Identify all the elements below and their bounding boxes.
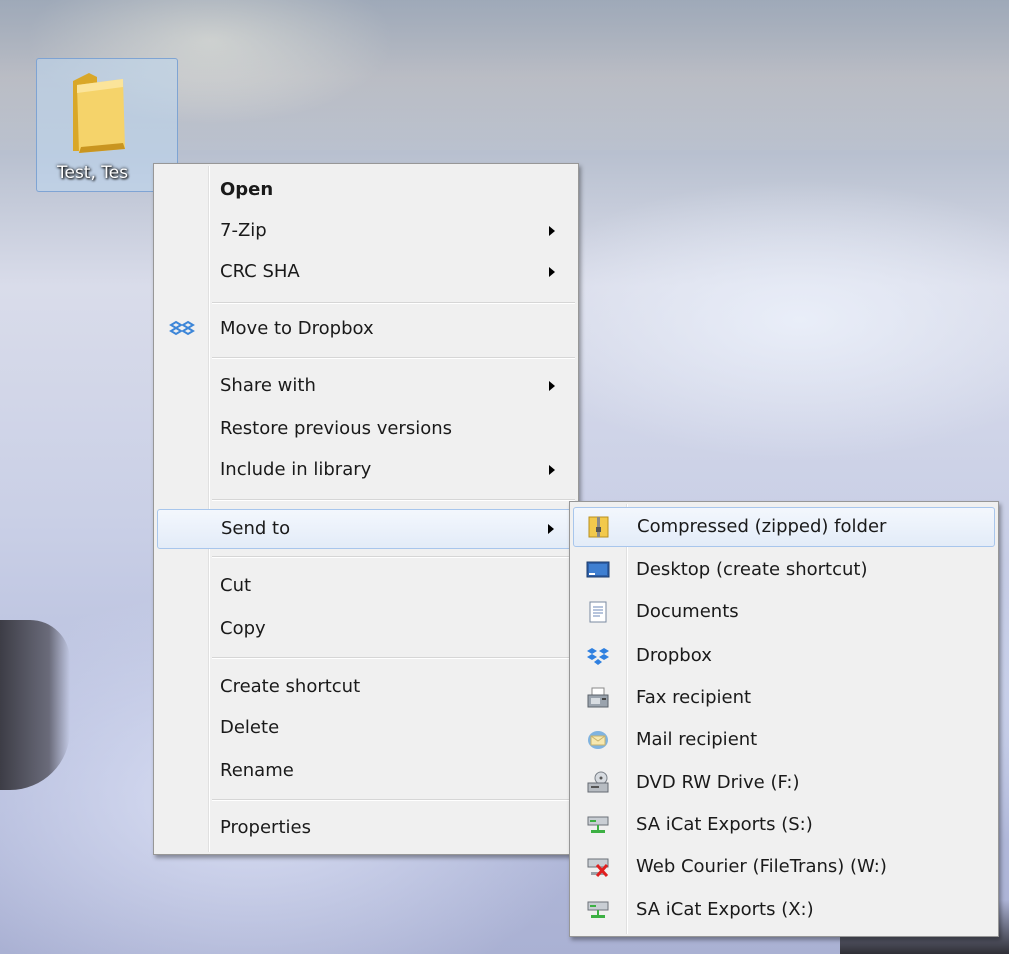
sendto-item-fax[interactable]: Fax recipient [573,679,995,717]
menu-item-label: Delete [220,717,280,738]
menu-item-cut[interactable]: Cut [157,567,575,605]
menu-item-restore-previous-versions[interactable]: Restore previous versions [157,410,575,448]
menu-separator [212,799,575,801]
menu-separator [212,357,575,359]
menu-item-crc-sha[interactable]: CRC SHA [157,253,575,291]
menu-item-label: Properties [220,817,311,838]
menu-item-label: Mail recipient [636,729,758,750]
menu-item-copy[interactable]: Copy [157,610,575,648]
menu-item-label: Copy [220,618,266,639]
menu-item-rename[interactable]: Rename [157,752,575,790]
desktop-folder-label: Test, Tes [57,163,129,183]
menu-item-label: Open [220,179,274,200]
menu-item-label: Fax recipient [636,687,752,708]
menu-item-label: Share with [220,375,316,396]
menu-item-open[interactable]: Open [157,171,575,209]
menu-item-label: Move to Dropbox [220,318,374,339]
menu-item-label: DVD RW Drive (F:) [636,772,800,793]
menu-item-label: Desktop (create shortcut) [636,559,868,580]
disconnected-network-drive-icon [587,858,609,878]
wallpaper-rock [0,620,70,790]
menu-item-create-shortcut[interactable]: Create shortcut [157,668,575,706]
menu-item-7zip[interactable]: 7-Zip [157,212,575,250]
send-to-submenu: Compressed (zipped) folder Desktop (crea… [569,501,999,937]
desktop-icon [586,561,610,578]
sendto-item-compressed-folder[interactable]: Compressed (zipped) folder [573,507,995,547]
document-icon [589,601,607,623]
sendto-item-desktop[interactable]: Desktop (create shortcut) [573,551,995,589]
submenu-arrow-icon [548,524,554,534]
menu-item-include-in-library[interactable]: Include in library [157,451,575,489]
menu-item-label: Cut [220,575,252,596]
menu-item-share-with[interactable]: Share with [157,367,575,405]
menu-separator [212,499,575,501]
network-drive-icon [587,816,609,833]
menu-separator [212,657,575,659]
submenu-arrow-icon [549,465,555,475]
menu-item-label: Create shortcut [220,676,361,697]
menu-item-move-to-dropbox[interactable]: Move to Dropbox [157,310,575,348]
sendto-item-mail[interactable]: Mail recipient [573,721,995,759]
sendto-item-documents[interactable]: Documents [573,593,995,631]
menu-item-label: SA iCat Exports (X:) [636,899,814,920]
menu-item-label: Dropbox [636,645,712,666]
menu-item-label: Web Courier (FileTrans) (W:) [636,856,887,877]
submenu-arrow-icon [549,381,555,391]
menu-item-send-to[interactable]: Send to [157,509,575,549]
sendto-item-sa-icat-s[interactable]: SA iCat Exports (S:) [573,806,995,844]
menu-separator [212,302,575,304]
context-menu: Open 7-Zip CRC SHA Move to Dropbox Share… [153,163,579,855]
menu-item-label: CRC SHA [220,261,300,282]
zip-folder-icon [588,516,609,538]
sendto-item-dropbox[interactable]: Dropbox [573,637,995,675]
menu-item-label: Documents [636,601,739,622]
submenu-arrow-icon [549,267,555,277]
sendto-item-sa-icat-x[interactable]: SA iCat Exports (X:) [573,891,995,929]
menu-item-label: Send to [221,518,291,539]
menu-item-label: Include in library [220,459,372,480]
dropbox-icon [587,648,609,665]
menu-item-delete[interactable]: Delete [157,709,575,747]
dvd-drive-icon [587,771,609,793]
menu-item-label: Rename [220,760,294,781]
menu-item-label: 7-Zip [220,220,267,241]
dropbox-icon [169,320,195,336]
network-drive-icon [587,901,609,918]
sendto-item-dvd-drive[interactable]: DVD RW Drive (F:) [573,764,995,802]
menu-separator [212,556,575,558]
menu-item-label: Restore previous versions [220,418,453,439]
fax-icon [587,687,609,708]
submenu-arrow-icon [549,226,555,236]
menu-item-label: Compressed (zipped) folder [637,516,887,537]
menu-item-properties[interactable]: Properties [157,809,575,847]
menu-item-label: SA iCat Exports (S:) [636,814,813,835]
sendto-item-web-courier[interactable]: Web Courier (FileTrans) (W:) [573,848,995,886]
folder-icon [73,73,125,153]
mail-icon [588,731,608,749]
